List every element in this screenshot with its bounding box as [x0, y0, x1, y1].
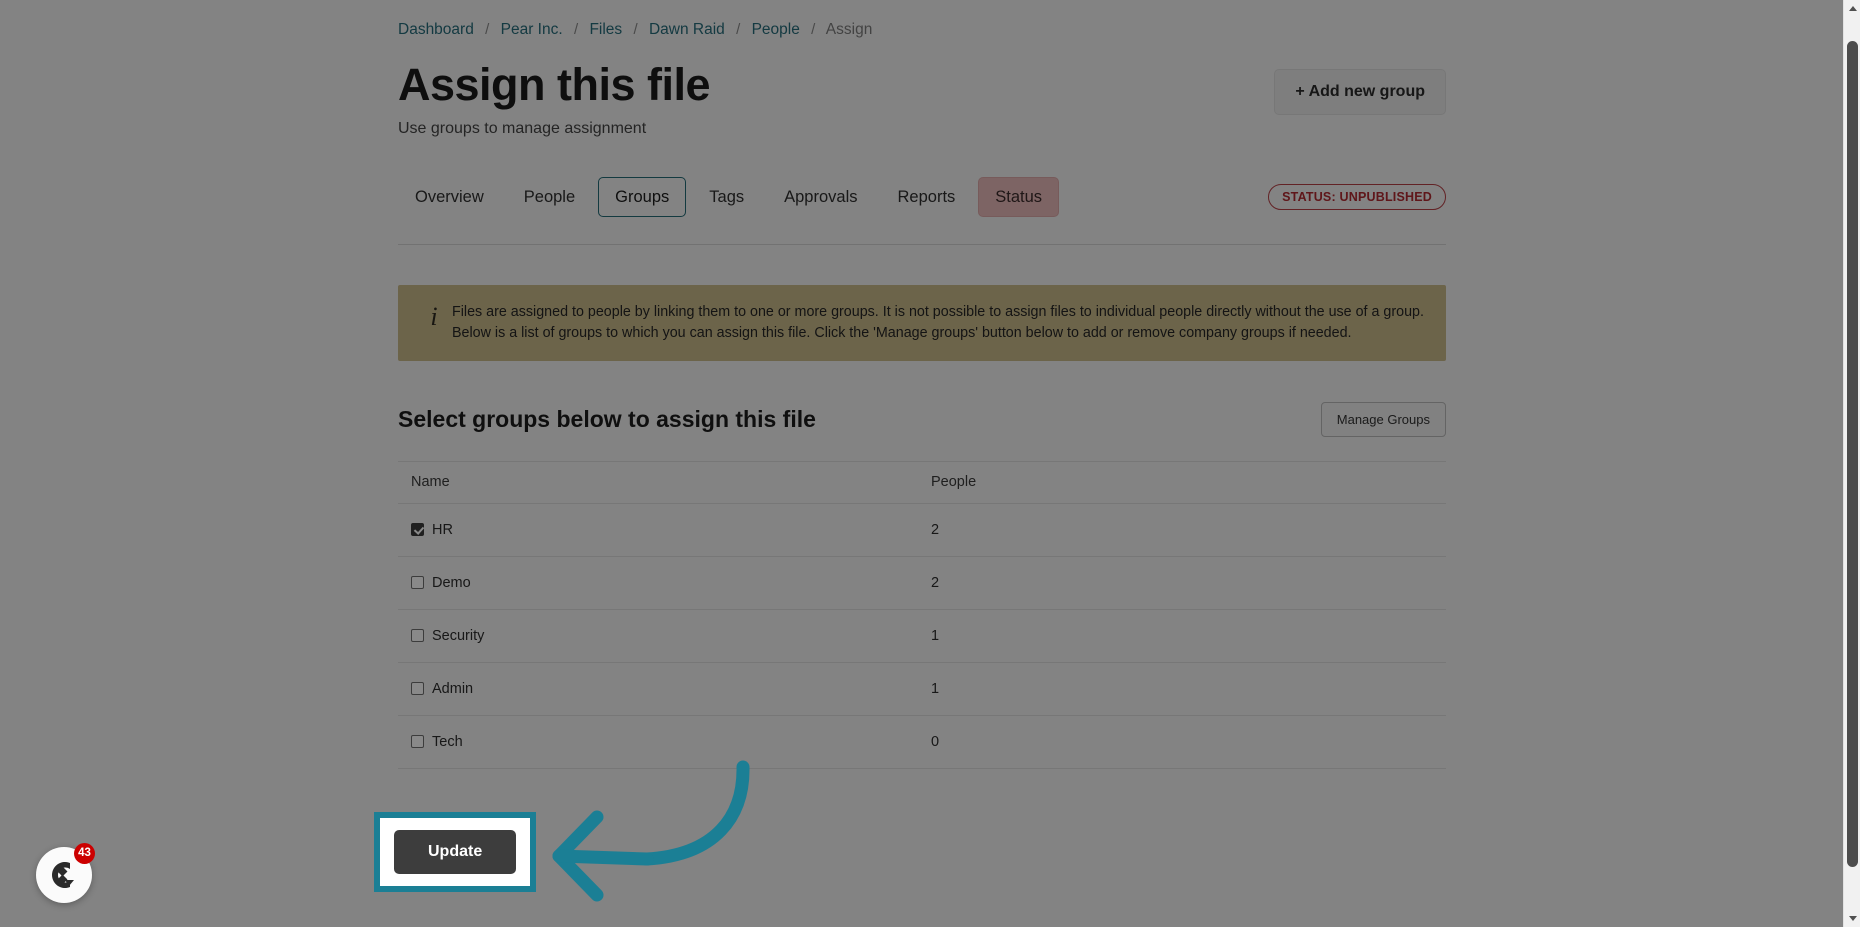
breadcrumb-separator: /	[811, 21, 816, 38]
tab-overview[interactable]: Overview	[398, 177, 501, 217]
scroll-up-icon[interactable]	[1844, 0, 1860, 17]
group-name-cell: Tech	[398, 715, 918, 769]
group-people-cell: 2	[918, 503, 1446, 557]
annotation-arrow-icon	[552, 760, 750, 902]
add-new-group-button[interactable]: + Add new group	[1274, 69, 1446, 115]
chat-logo-icon	[52, 862, 74, 888]
tab-approvals[interactable]: Approvals	[767, 177, 874, 217]
scroll-down-icon[interactable]	[1844, 910, 1860, 927]
breadcrumb-separator: /	[633, 21, 638, 38]
info-banner: i Files are assigned to people by linkin…	[398, 285, 1446, 361]
table-header-row: Name People	[398, 461, 1446, 504]
group-name-label: Security	[432, 628, 485, 644]
section-title: Select groups below to assign this file	[398, 406, 816, 432]
table-row[interactable]: Tech 0	[398, 715, 1446, 769]
group-name-cell: Demo	[398, 556, 918, 610]
breadcrumb-separator: /	[485, 21, 490, 38]
group-name-label: Tech	[432, 734, 463, 750]
groups-table: Name People HR 2 Demo 2 Security 1 Admin…	[398, 461, 1446, 769]
group-checkbox-hr[interactable]	[411, 523, 424, 536]
manage-groups-button[interactable]: Manage Groups	[1320, 402, 1446, 437]
scrollbar-thumb[interactable]	[1847, 41, 1858, 867]
breadcrumb-item-pear-inc[interactable]: Pear Inc.	[501, 21, 563, 38]
breadcrumb-item-files[interactable]: Files	[589, 21, 622, 38]
breadcrumb-separator: /	[736, 21, 741, 38]
breadcrumb-item-dashboard[interactable]: Dashboard	[398, 21, 474, 38]
group-name-label: Admin	[432, 681, 474, 697]
table-row[interactable]: HR 2	[398, 503, 1446, 557]
info-icon: i	[430, 302, 438, 331]
groups-section-header: Select groups below to assign this file …	[398, 402, 1446, 437]
group-checkbox-security[interactable]	[411, 629, 424, 642]
table-row[interactable]: Security 1	[398, 609, 1446, 663]
group-name-cell: HR	[398, 503, 918, 557]
table-row[interactable]: Admin 1	[398, 662, 1446, 716]
notification-badge: 43	[74, 843, 95, 864]
breadcrumb: Dashboard / Pear Inc. / Files / Dawn Rai…	[398, 20, 1446, 40]
group-people-cell: 2	[918, 556, 1446, 610]
page-header-text: Assign this file Use groups to manage as…	[398, 59, 711, 139]
group-people-cell: 1	[918, 609, 1446, 663]
page-header: Assign this file Use groups to manage as…	[398, 59, 1446, 139]
header-divider	[398, 244, 1446, 245]
tab-bar: Overview People Groups Tags Approvals Re…	[398, 177, 1446, 217]
group-name-label: Demo	[432, 575, 471, 591]
tab-people[interactable]: People	[507, 177, 592, 217]
main-content: Dashboard / Pear Inc. / Files / Dawn Rai…	[398, 0, 1446, 769]
vertical-scrollbar[interactable]	[1843, 0, 1860, 927]
table-row[interactable]: Demo 2	[398, 556, 1446, 610]
tab-list: Overview People Groups Tags Approvals Re…	[398, 177, 1060, 217]
status-badge: STATUS: UNPUBLISHED	[1268, 184, 1446, 210]
tab-groups[interactable]: Groups	[598, 177, 687, 217]
tab-status[interactable]: Status	[978, 177, 1060, 217]
group-name-label: HR	[432, 522, 453, 538]
column-header-name: Name	[398, 461, 918, 504]
group-checkbox-demo[interactable]	[411, 576, 424, 589]
column-header-people: People	[918, 461, 1446, 504]
update-button-highlight: Update	[374, 812, 537, 892]
help-chat-widget[interactable]: 43	[36, 843, 95, 903]
page-root: Dashboard / Pear Inc. / Files / Dawn Rai…	[0, 0, 1860, 927]
breadcrumb-item-people[interactable]: People	[752, 21, 800, 38]
page-title: Assign this file	[398, 59, 711, 110]
tab-tags[interactable]: Tags	[692, 177, 761, 217]
update-button[interactable]: Update	[394, 830, 517, 874]
group-people-cell: 0	[918, 715, 1446, 769]
group-checkbox-tech[interactable]	[411, 735, 424, 748]
tab-reports[interactable]: Reports	[881, 177, 973, 217]
group-name-cell: Security	[398, 609, 918, 663]
breadcrumb-item-assign: Assign	[825, 21, 873, 38]
group-name-cell: Admin	[398, 662, 918, 716]
page-subtitle: Use groups to manage assignment	[398, 120, 647, 137]
breadcrumb-item-dawn-raid[interactable]: Dawn Raid	[649, 21, 725, 38]
breadcrumb-separator: /	[573, 21, 579, 38]
highlight-box: Update	[374, 812, 537, 892]
group-checkbox-admin[interactable]	[411, 682, 424, 695]
group-people-cell: 1	[918, 662, 1446, 716]
info-banner-text: Files are assigned to people by linking …	[452, 304, 1424, 341]
